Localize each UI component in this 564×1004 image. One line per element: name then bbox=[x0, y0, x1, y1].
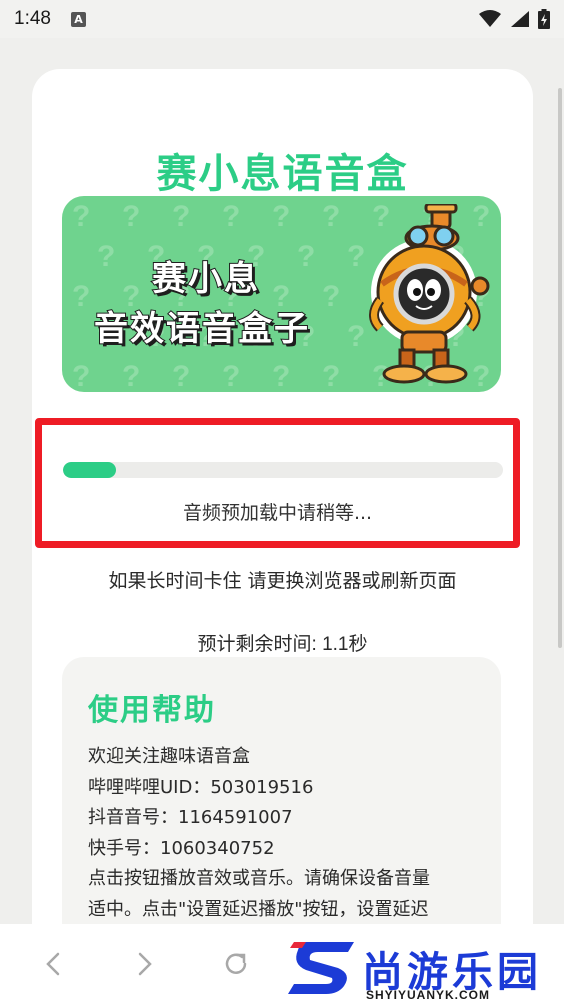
battery-charging-icon bbox=[538, 9, 550, 29]
svg-text:?: ? bbox=[297, 240, 315, 273]
a-icon: A bbox=[70, 11, 86, 27]
svg-text:?: ? bbox=[322, 280, 340, 313]
help-content: 欢迎关注趣味语音盒 哔哩哔哩UID：503019516 抖音音号：1164591… bbox=[88, 742, 483, 924]
svg-text:?: ? bbox=[122, 200, 140, 233]
browser-bottom-bar: 尚游乐园 SHYIYUANYK.COM bbox=[0, 924, 564, 1004]
forward-icon[interactable] bbox=[130, 950, 158, 978]
svg-text:?: ? bbox=[272, 360, 290, 392]
svg-text:?: ? bbox=[122, 360, 140, 392]
app-title: 赛小息语音盒 bbox=[156, 151, 409, 197]
progress-fill bbox=[63, 462, 116, 478]
eta-value: 1.1秒 bbox=[322, 634, 368, 655]
loading-panel: 音频预加载中请稍等... bbox=[35, 418, 520, 548]
signal-icon bbox=[511, 11, 529, 27]
help-line: 哔哩哔哩UID：503019516 bbox=[88, 776, 314, 798]
banner-title: 赛小息 bbox=[151, 258, 260, 300]
help-line: 点击按钮播放音效或音乐。请确保设备音量 bbox=[88, 868, 430, 889]
hint-text: 如果长时间卡住 请更换浏览器或刷新页面 bbox=[108, 570, 457, 592]
eta-label: 预计剩余时间: bbox=[197, 634, 323, 655]
help-line: 欢迎关注趣味语音盒 bbox=[88, 746, 250, 767]
help-line: 适中。点击"设置延迟播放"按钮，设置延迟 bbox=[88, 898, 429, 920]
svg-text:?: ? bbox=[322, 200, 340, 233]
reload-icon[interactable] bbox=[222, 950, 250, 978]
watermark-url: SHYIYUANYK.COM bbox=[366, 988, 491, 1002]
svg-text:?: ? bbox=[72, 280, 90, 313]
svg-text:?: ? bbox=[222, 200, 240, 233]
help-title: 使用帮助 bbox=[88, 693, 216, 728]
help-section: 使用帮助 欢迎关注趣味语音盒 哔哩哔哩UID：503019516 抖音音号：11… bbox=[62, 657, 501, 924]
back-icon[interactable] bbox=[40, 950, 68, 978]
svg-text:?: ? bbox=[172, 200, 190, 233]
svg-text:?: ? bbox=[97, 240, 115, 273]
svg-text:?: ? bbox=[322, 360, 340, 392]
help-line: 抖音音号：1164591007 bbox=[88, 807, 293, 828]
status-bar: 1:48 A bbox=[0, 0, 564, 38]
svg-text:?: ? bbox=[272, 200, 290, 233]
watermark-logo-icon bbox=[288, 942, 354, 994]
svg-text:?: ? bbox=[72, 200, 90, 233]
scrollbar[interactable] bbox=[558, 88, 562, 648]
svg-text:?: ? bbox=[172, 360, 190, 392]
eta-text: 预计剩余时间: 1.1秒 bbox=[32, 629, 533, 656]
progress-bar bbox=[63, 462, 503, 478]
web-page: 赛小息语音盒 ????????? ???????? ????????? ????… bbox=[0, 38, 564, 924]
banner-subtitle: 音效语音盒子 bbox=[93, 308, 310, 350]
main-card: 赛小息语音盒 ????????? ???????? ????????? ????… bbox=[32, 69, 533, 924]
banner-image: ????????? ???????? ????????? ???????? ??… bbox=[62, 196, 501, 392]
loading-label: 音频预加载中请稍等... bbox=[182, 502, 373, 524]
svg-text:?: ? bbox=[72, 360, 90, 392]
status-time: 1:48 bbox=[14, 8, 51, 29]
robot-mascot-icon bbox=[369, 204, 490, 384]
help-line: 快手号：1060340752 bbox=[88, 837, 275, 859]
svg-text:?: ? bbox=[222, 360, 240, 392]
site-watermark: 尚游乐园 SHYIYUANYK.COM bbox=[288, 936, 564, 1004]
wifi-icon bbox=[479, 10, 501, 27]
status-icons bbox=[478, 9, 550, 29]
